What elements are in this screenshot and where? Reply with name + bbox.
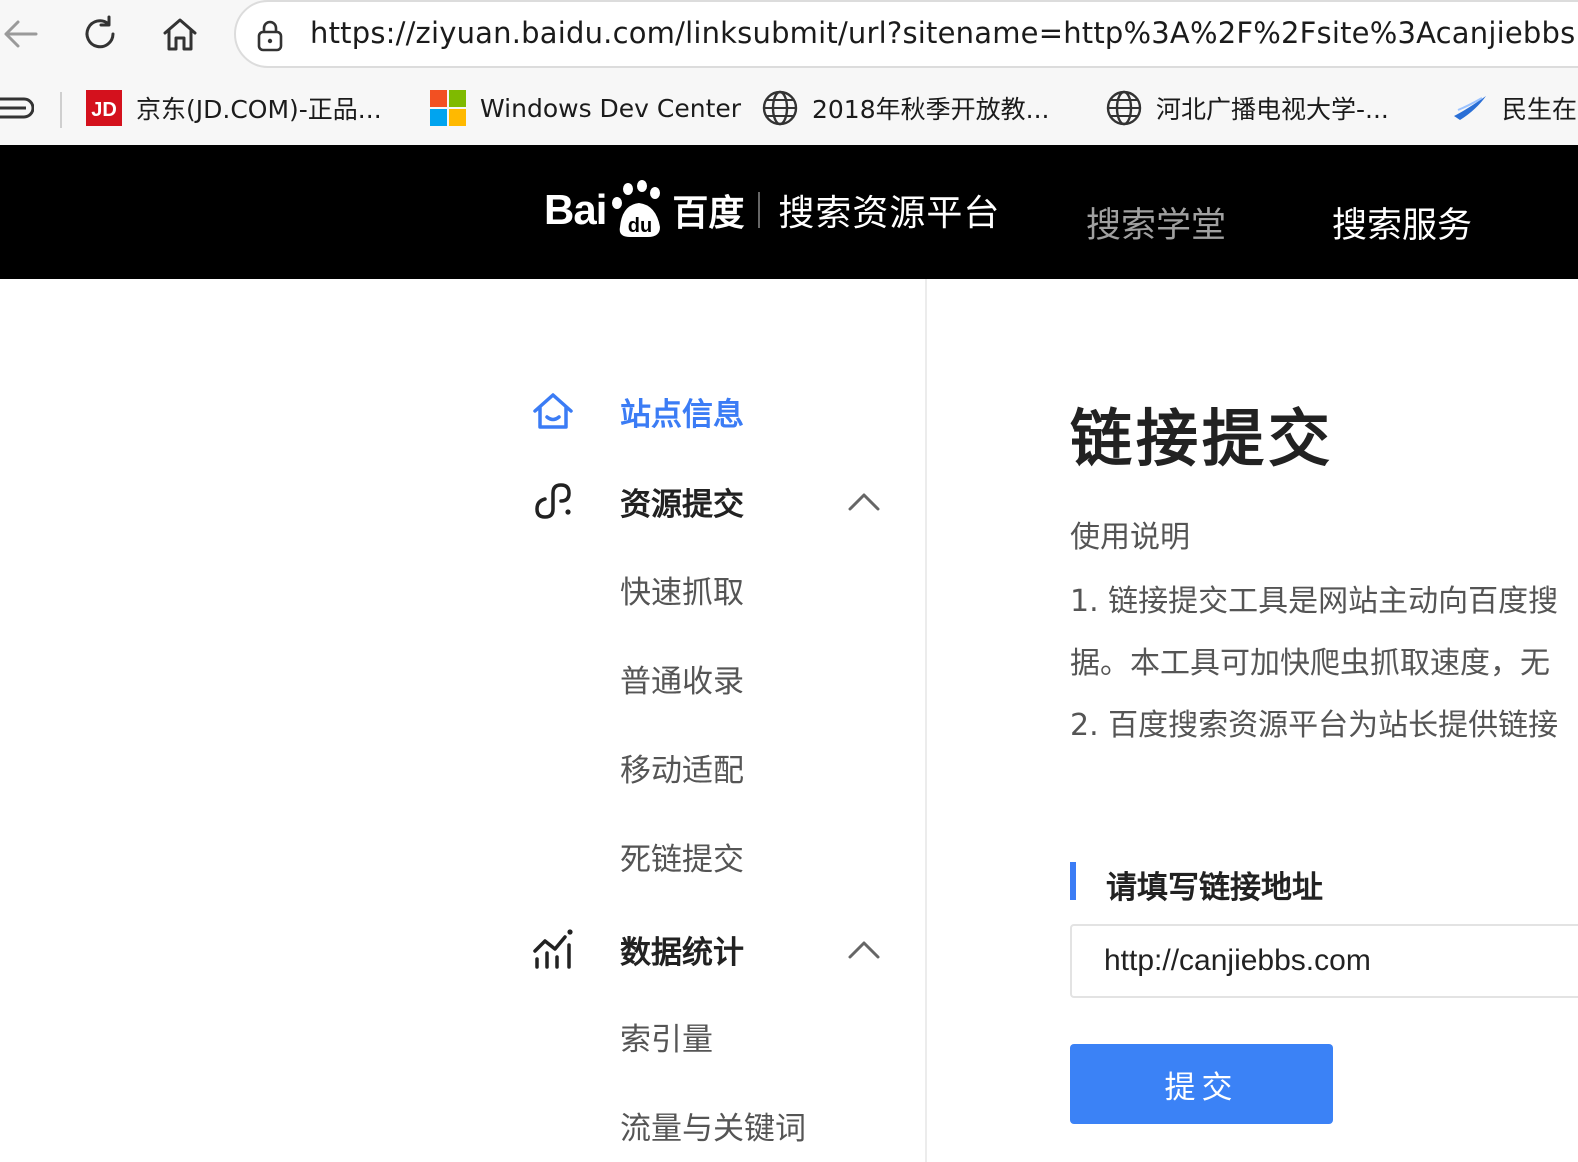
home-outline-icon xyxy=(530,388,576,434)
chevron-up-icon[interactable] xyxy=(846,932,882,968)
home-icon xyxy=(163,18,197,51)
bookmark-jd[interactable]: JD 京东(JD.COM)-正品... xyxy=(86,90,382,126)
site-header: Bai du 百度 搜索资源平台 搜索学堂 搜索服务 xyxy=(0,145,1578,279)
platform-name: 搜索资源平台 xyxy=(778,193,1001,234)
bookmark-label: 民生在 xyxy=(1502,95,1578,124)
chevron-up-icon[interactable] xyxy=(846,484,882,520)
section-title: 请填写链接地址 xyxy=(1106,870,1323,906)
globe-icon xyxy=(762,90,798,126)
submit-button[interactable]: 提交 xyxy=(1070,1044,1333,1124)
instruction-line: 据。本工具可加快爬虫抓取速度，无 xyxy=(1070,646,1550,681)
link-url-input[interactable] xyxy=(1070,924,1578,998)
bookmark-minsheng[interactable]: 民生在 xyxy=(1452,90,1577,126)
bookmarks-bar: JD 京东(JD.COM)-正品... Windows Dev Center 2… xyxy=(0,72,1578,144)
url-text: https://ziyuan.baidu.com/linksubmit/url?… xyxy=(310,16,1578,50)
sidebar-item-site-info[interactable]: 站点信息 xyxy=(530,386,890,436)
sidebar-item-mobile-adapt[interactable]: 移动适配 xyxy=(620,745,744,790)
bird-logo-icon xyxy=(1454,96,1486,120)
instruction-line: 1. 链接提交工具是网站主动向百度搜 xyxy=(1070,584,1559,619)
bookmark-windows-dev-center[interactable]: Windows Dev Center xyxy=(430,90,741,126)
nav-search-services[interactable]: 搜索服务 xyxy=(1332,197,1472,248)
instruction-line: 2. 百度搜索资源平台为站长提供链接 xyxy=(1070,708,1559,743)
baidu-paw-icon: du xyxy=(608,179,670,241)
bookmark-hebei-tv-university[interactable]: 河北广播电视大学-... xyxy=(1106,90,1389,126)
instructions-heading: 使用说明 xyxy=(1070,520,1190,555)
sidebar-item-index-volume[interactable]: 索引量 xyxy=(620,1014,713,1059)
home-button[interactable] xyxy=(156,10,204,58)
sidebar-item-normal-index[interactable]: 普通收录 xyxy=(620,656,744,701)
globe-icon xyxy=(1106,90,1142,126)
section-accent-bar xyxy=(1070,862,1076,900)
logo-divider xyxy=(758,192,761,228)
baidu-logo[interactable]: Bai du 百度 搜索资源平台 xyxy=(544,175,1000,245)
sidebar-group-data-stats[interactable]: 数据统计 xyxy=(530,924,890,974)
stats-chart-icon xyxy=(530,926,576,972)
bookmark-label: 河北广播电视大学-... xyxy=(1156,95,1389,124)
sidebar-label: 站点信息 xyxy=(620,396,744,433)
sidebar-item-traffic-keywords[interactable]: 流量与关键词 xyxy=(620,1103,806,1148)
reload-button[interactable] xyxy=(76,10,124,58)
nav-search-academy[interactable]: 搜索学堂 xyxy=(1086,197,1226,248)
back-button[interactable] xyxy=(0,10,44,58)
svg-text:JD: JD xyxy=(91,99,117,121)
bookmark-2018-open-education[interactable]: 2018年秋季开放教... xyxy=(762,90,1049,126)
svg-text:du: du xyxy=(628,215,652,237)
lock-icon xyxy=(257,20,283,52)
bookmarks-list-icon xyxy=(0,97,34,119)
sidebar-item-dead-link[interactable]: 死链提交 xyxy=(620,834,744,879)
jd-logo-icon: JD xyxy=(86,90,122,126)
sidebar-item-fast-crawl[interactable]: 快速抓取 xyxy=(620,567,744,612)
logo-cn-text: 百度 xyxy=(672,193,745,234)
browser-chrome: https://ziyuan.baidu.com/linksubmit/url?… xyxy=(0,0,1578,145)
bookmark-label: Windows Dev Center xyxy=(480,93,742,123)
bookmark-label: 京东(JD.COM)-正品... xyxy=(136,95,382,124)
bookmarks-menu-button[interactable] xyxy=(0,90,34,126)
page-title: 链接提交 xyxy=(1070,402,1335,475)
link-submit-icon xyxy=(530,478,576,524)
back-arrow-icon xyxy=(4,20,38,48)
sidebar-label: 资源提交 xyxy=(620,486,744,523)
sidebar-label: 数据统计 xyxy=(620,934,744,971)
logo-bai-text: Bai xyxy=(544,186,607,233)
windows-logo-icon xyxy=(430,90,466,126)
bookmarks-divider xyxy=(60,92,62,128)
address-bar[interactable]: https://ziyuan.baidu.com/linksubmit/url?… xyxy=(234,0,1578,68)
bookmark-label: 2018年秋季开放教... xyxy=(812,95,1050,124)
reload-icon xyxy=(85,15,115,49)
sidebar-group-resource-submit[interactable]: 资源提交 xyxy=(530,476,890,526)
sidebar-divider xyxy=(925,279,927,1162)
